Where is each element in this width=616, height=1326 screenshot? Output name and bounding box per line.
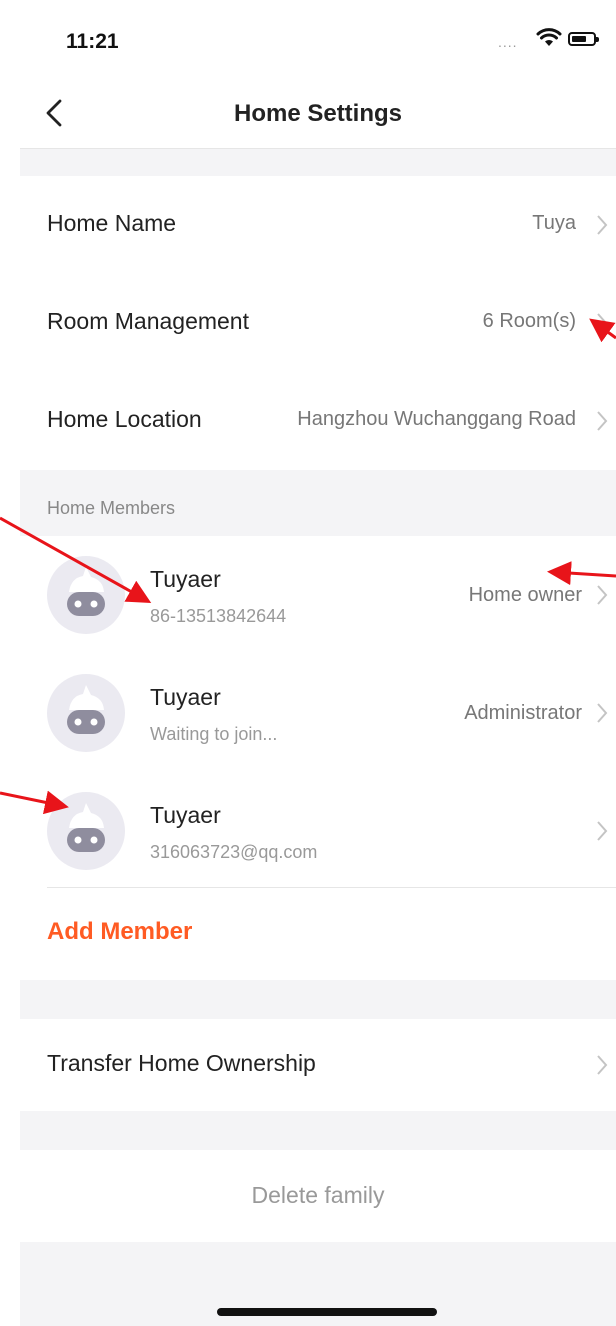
- home-location-row[interactable]: Home Location Hangzhou Wuchanggang Road: [20, 372, 616, 470]
- wifi-icon: [536, 28, 562, 46]
- member-name: Tuyaer: [150, 802, 221, 828]
- chevron-right-icon: [597, 585, 608, 605]
- home-members-header: Home Members: [47, 498, 176, 518]
- avatar: [47, 556, 125, 634]
- home-name-label: Home Name: [47, 210, 177, 236]
- delete-family-button[interactable]: Delete family: [20, 1150, 616, 1242]
- room-count-value: 6 Room(s): [482, 310, 576, 332]
- avatar: [47, 792, 125, 870]
- member-status: Waiting to join...: [150, 724, 278, 744]
- transfer-ownership-row[interactable]: Transfer Home Ownership: [20, 1019, 616, 1111]
- chevron-right-icon: [597, 703, 608, 723]
- home-location-value: Hangzhou Wuchanggang Road: [297, 408, 576, 430]
- member-row[interactable]: Tuyaer 316063723@qq.com: [20, 772, 616, 890]
- chevron-right-icon: [597, 215, 608, 235]
- transfer-ownership-label: Transfer Home Ownership: [47, 1050, 316, 1076]
- home-location-label: Home Location: [47, 406, 202, 432]
- add-member-button[interactable]: Add Member: [47, 918, 192, 946]
- page-title: Home Settings: [233, 100, 403, 127]
- member-row[interactable]: Tuyaer Waiting to join... Administrator: [20, 654, 616, 772]
- member-email: 316063723@qq.com: [150, 842, 318, 862]
- battery-icon: [568, 32, 599, 46]
- home-name-value: Tuya: [532, 212, 576, 234]
- member-row[interactable]: Tuyaer 86-13513842644 Home owner: [20, 536, 616, 654]
- chevron-right-icon: [597, 411, 608, 431]
- member-role: Home owner: [468, 584, 582, 606]
- home-info-section: Home Name Tuya Room Management 6 Room(s)…: [20, 176, 616, 470]
- member-role: Administrator: [464, 702, 582, 724]
- home-members-section: Tuyaer 86-13513842644 Home owner Tuyaer …: [20, 536, 616, 980]
- divider: [47, 887, 616, 888]
- member-phone: 86-13513842644: [150, 606, 287, 626]
- delete-family-label: Delete family: [251, 1182, 385, 1208]
- chevron-right-icon: [597, 821, 608, 841]
- chevron-right-icon: [597, 1055, 608, 1075]
- member-name: Tuyaer: [150, 566, 221, 592]
- nav-bar: Home Settings: [20, 80, 616, 149]
- room-management-row[interactable]: Room Management 6 Room(s): [20, 274, 616, 372]
- status-time: 11:21: [66, 30, 119, 53]
- home-name-row[interactable]: Home Name Tuya: [20, 176, 616, 274]
- app-screen: 11:21 .... Home Settings Home Name Tuya …: [20, 0, 616, 1326]
- member-name: Tuyaer: [150, 684, 221, 710]
- signal-icon: ....: [498, 34, 518, 50]
- avatar: [47, 674, 125, 752]
- chevron-right-icon: [597, 313, 608, 333]
- room-management-label: Room Management: [47, 308, 249, 334]
- home-indicator: [217, 1308, 437, 1316]
- status-bar: 11:21 ....: [20, 0, 616, 80]
